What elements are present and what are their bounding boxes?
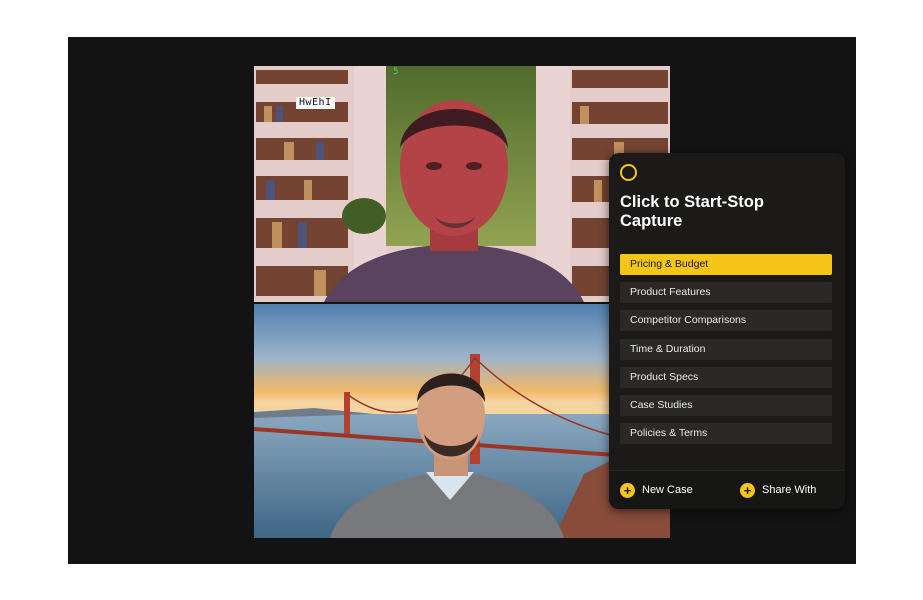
- topic-list: Pricing & Budget Product Features Compet…: [620, 254, 832, 451]
- capture-panel: Click to Start-Stop Capture Pricing & Bu…: [609, 153, 845, 509]
- topic-case-studies[interactable]: Case Studies: [620, 394, 832, 416]
- topic-product-specs[interactable]: Product Specs: [620, 366, 832, 388]
- participant-corner-mark: 5: [393, 67, 399, 77]
- plus-icon: +: [740, 482, 755, 498]
- plus-icon: +: [620, 482, 635, 498]
- topic-pricing-budget[interactable]: Pricing & Budget: [620, 254, 832, 275]
- record-ring-icon[interactable]: [620, 164, 637, 181]
- topic-product-features[interactable]: Product Features: [620, 282, 832, 304]
- share-with-button[interactable]: + Share With: [740, 481, 816, 499]
- capture-panel-footer: + New Case + Share With: [609, 470, 845, 509]
- capture-panel-title[interactable]: Click to Start-Stop Capture: [620, 193, 830, 231]
- new-case-label: New Case: [642, 484, 693, 496]
- topic-time-duration[interactable]: Time & Duration: [620, 338, 832, 360]
- topic-competitor-comparisons[interactable]: Competitor Comparisons: [620, 310, 832, 332]
- topic-policies-terms[interactable]: Policies & Terms: [620, 423, 832, 445]
- participant-video-2[interactable]: [254, 304, 670, 538]
- new-case-button[interactable]: + New Case: [620, 481, 693, 499]
- share-with-label: Share With: [762, 484, 817, 496]
- participant-name-tag: HwEhI: [296, 97, 335, 109]
